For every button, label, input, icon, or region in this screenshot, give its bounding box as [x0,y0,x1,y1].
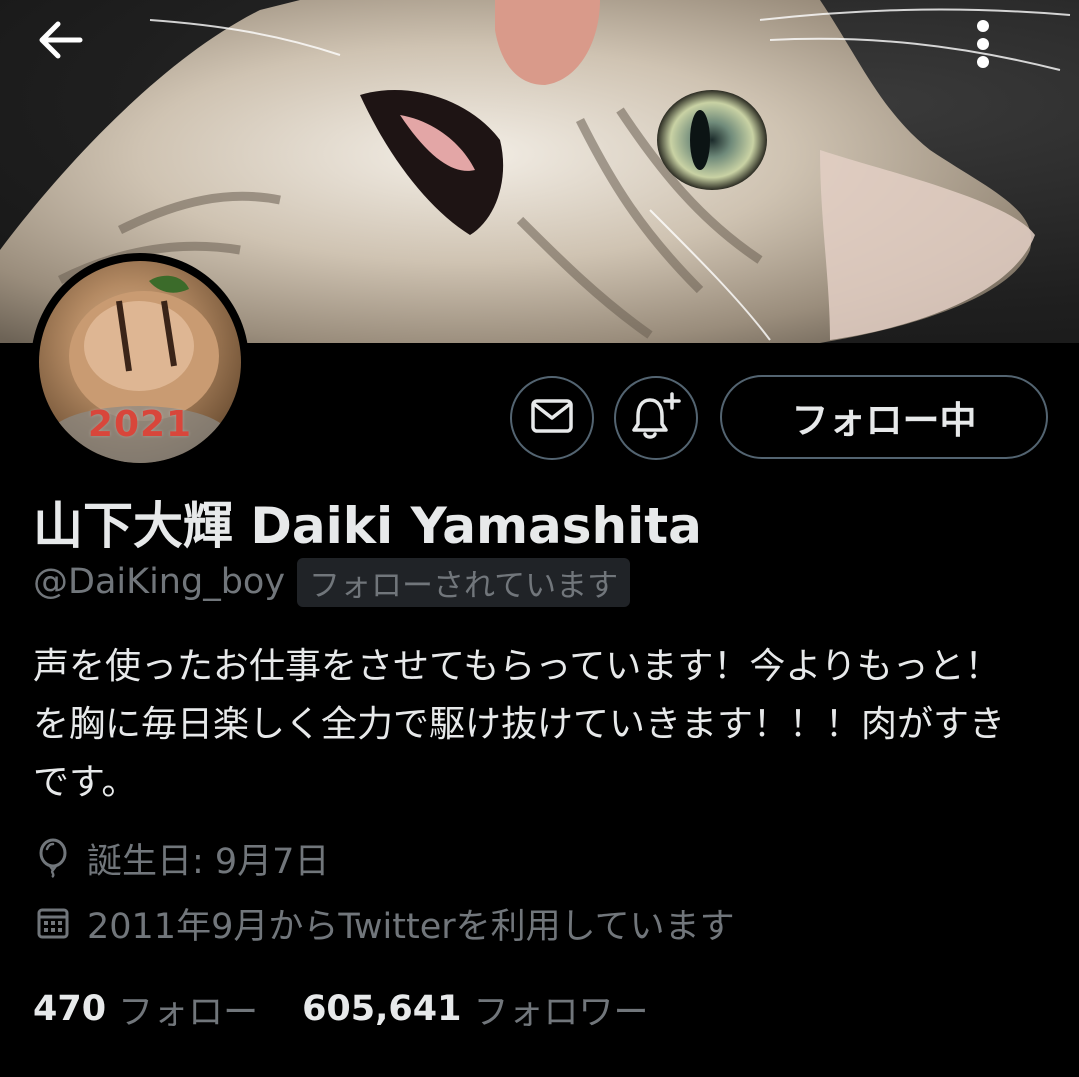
handle-row: @DaiKing_boy フォローされています [33,557,631,607]
profile-avatar[interactable]: 2021 [31,253,249,471]
calendar-icon [33,903,73,943]
joined-row: 2011年9月からTwitterを利用しています [33,899,735,947]
user-handle: @DaiKing_boy [33,562,286,602]
profile-bio: 声を使ったお仕事をさせてもらっています！今よりもっと！を胸に毎日楽しく全力で駆け… [33,646,1006,803]
more-options-button[interactable] [975,18,1051,94]
profile-page: 2021 フォロー中 山下大輝 Daiki Yamashita @DaiKing… [0,0,1079,1077]
display-name: 山下大輝 Daiki Yamashita [33,497,702,555]
balloon-icon [33,838,73,878]
avatar-year-text: 2021 [87,404,193,445]
following-button[interactable]: フォロー中 [720,375,1048,459]
avatar-image: 2021 [39,261,241,463]
following-count: 470 [33,989,107,1029]
following-stat[interactable]: 470 フォロー [33,984,258,1035]
joined-date-text: 2011年9月からTwitterを利用しています [87,906,735,947]
birthday-row: 誕生日: 9月7日 [33,834,329,882]
followers-count: 605,641 [302,989,462,1029]
bell-plus-icon [630,392,682,444]
envelope-icon [530,398,574,438]
notifications-button[interactable] [614,376,698,460]
followers-stat[interactable]: 605,641 フォロワー [302,984,648,1035]
follow-stats: 470 フォロー 605,641 フォロワー [33,984,649,1034]
message-button[interactable] [510,376,594,460]
follows-you-badge: フォローされています [297,557,631,607]
birthday-text: 誕生日: 9月7日 [87,841,330,882]
following-label: フォロー [118,992,259,1033]
back-button[interactable] [36,20,112,96]
followers-label: フォロワー [473,992,649,1033]
